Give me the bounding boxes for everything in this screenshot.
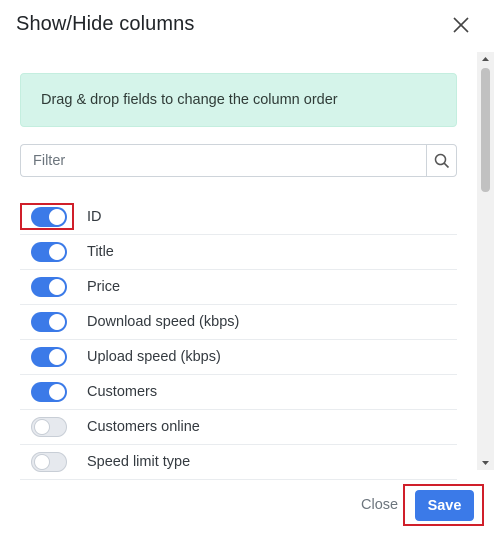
column-label: Download speed (kbps) bbox=[87, 314, 240, 330]
column-label: Speed limit type bbox=[87, 454, 191, 470]
toggle-knob bbox=[49, 314, 65, 330]
column-label: Customers online bbox=[87, 419, 200, 435]
show-hide-columns-modal: Show/Hide columns Drag & drop fields to … bbox=[0, 0, 500, 537]
column-label: Title bbox=[87, 244, 114, 260]
column-toggle-switch[interactable] bbox=[31, 312, 67, 332]
toggle-knob bbox=[49, 384, 65, 400]
column-toggle-switch[interactable] bbox=[31, 242, 67, 262]
close-icon[interactable] bbox=[450, 14, 472, 36]
column-toggle-switch[interactable] bbox=[31, 277, 67, 297]
column-row[interactable]: Speed limit type bbox=[20, 445, 457, 480]
column-toggle-switch[interactable] bbox=[31, 417, 67, 437]
toggle-knob bbox=[34, 419, 50, 435]
column-label: Price bbox=[87, 279, 121, 295]
toggle-knob bbox=[49, 279, 65, 295]
toggle-knob bbox=[34, 454, 50, 470]
scrollbar[interactable] bbox=[477, 52, 494, 470]
filter-group bbox=[20, 144, 457, 177]
column-label: Customers bbox=[87, 384, 158, 400]
modal-title: Show/Hide columns bbox=[16, 13, 195, 35]
toggle-knob bbox=[49, 244, 65, 260]
column-label: Upload speed (kbps) bbox=[87, 349, 221, 365]
column-row[interactable]: ID bbox=[20, 200, 457, 235]
column-label: ID bbox=[87, 209, 102, 225]
close-button[interactable]: Close bbox=[361, 497, 398, 513]
toggle-knob bbox=[49, 209, 65, 225]
scrollbar-thumb[interactable] bbox=[481, 68, 490, 192]
column-row[interactable]: Upload speed (kbps) bbox=[20, 340, 457, 375]
column-toggle-switch[interactable] bbox=[31, 347, 67, 367]
filter-input[interactable] bbox=[20, 144, 426, 177]
column-row[interactable]: Customers online bbox=[20, 410, 457, 445]
filter-search-button[interactable] bbox=[426, 144, 457, 177]
save-button[interactable]: Save bbox=[415, 490, 474, 521]
info-banner: Drag & drop fields to change the column … bbox=[20, 73, 457, 127]
column-row[interactable]: Title bbox=[20, 235, 457, 270]
info-banner-text: Drag & drop fields to change the column … bbox=[41, 92, 338, 108]
column-toggle-switch[interactable] bbox=[31, 452, 67, 472]
column-row[interactable]: Customers bbox=[20, 375, 457, 410]
column-toggle-switch[interactable] bbox=[31, 382, 67, 402]
column-row[interactable]: Price bbox=[20, 270, 457, 305]
column-row[interactable]: Download speed (kbps) bbox=[20, 305, 457, 340]
toggle-knob bbox=[49, 349, 65, 365]
column-toggle-switch[interactable] bbox=[31, 207, 67, 227]
scroll-up-arrow-icon[interactable] bbox=[477, 52, 494, 66]
search-icon bbox=[434, 153, 449, 168]
scroll-down-arrow-icon[interactable] bbox=[477, 456, 494, 470]
